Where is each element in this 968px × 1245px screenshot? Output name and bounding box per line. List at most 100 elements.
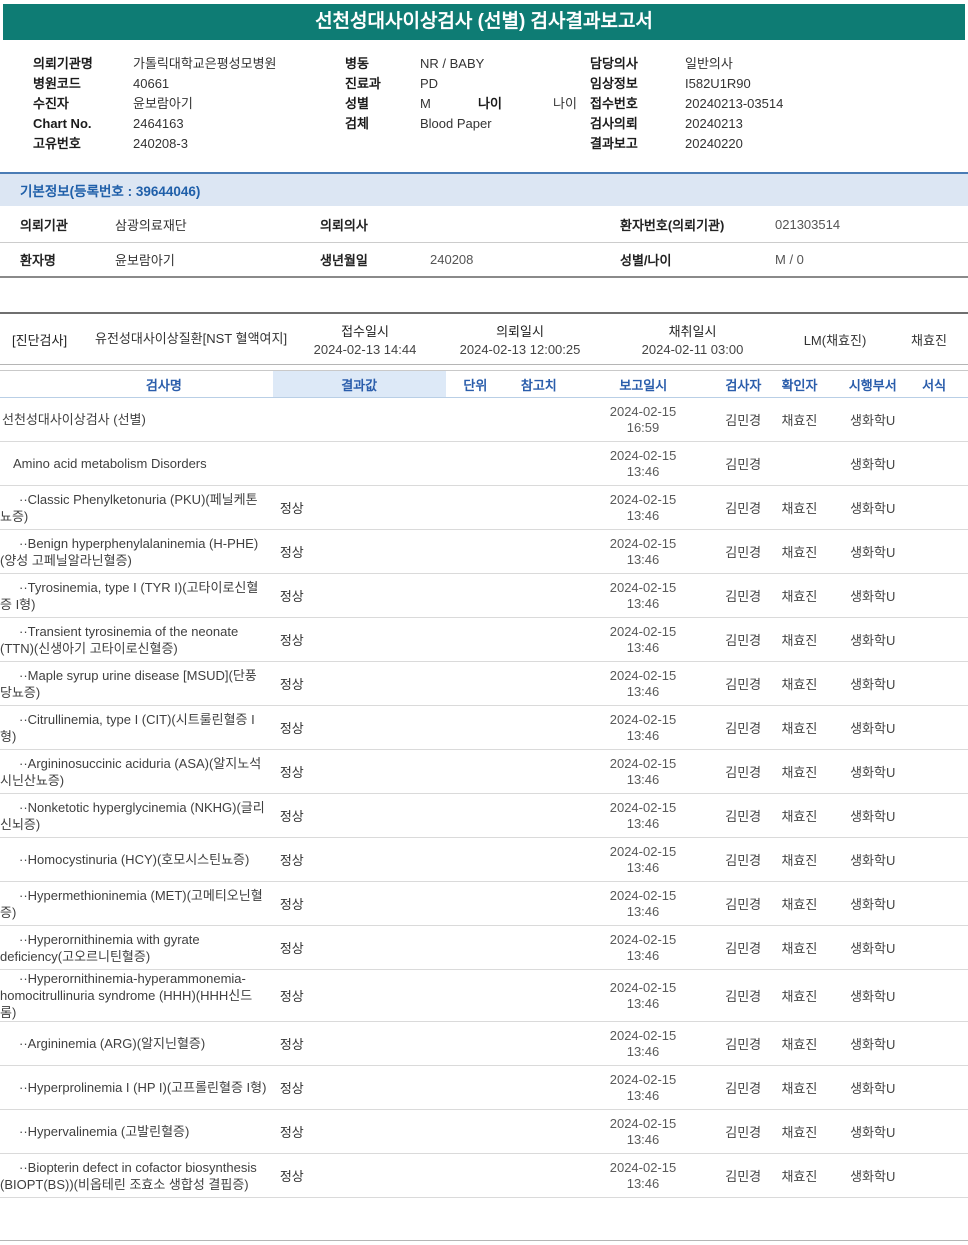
test-name: ··Tyrosinemia, type I (TYR I)(고타이로신혈증 I형…: [0, 579, 259, 612]
test-result: 정상: [279, 677, 304, 692]
department: 생화학U: [850, 545, 896, 560]
meta-label: 병동: [345, 56, 369, 71]
test-result: 정상: [279, 989, 304, 1004]
test-result: 정상: [279, 721, 304, 736]
basic-info-row: 의뢰기관 삼광의료재단 의뢰의사 환자번호(의뢰기관) 021303514: [0, 206, 968, 243]
test-result: 정상: [279, 853, 304, 868]
confirmer-name: 채효진: [781, 1037, 818, 1052]
confirmer-name: 채효진: [781, 545, 818, 560]
collected-value: 2024-02-11 03:00: [641, 342, 744, 357]
field-value: 윤보람아기: [115, 253, 175, 268]
meta-label: 담당의사: [590, 56, 638, 71]
meta-value: Blood Paper: [420, 116, 492, 131]
collected-datetime: 채취일시 2024-02-11 03:00: [605, 321, 780, 357]
table-row: ··Classic Phenylketonuria (PKU)(페닐케톤뇨증) …: [0, 486, 968, 530]
test-name: ··Hyperprolinemia I (HP I)(고프롤린혈증 I형): [19, 1080, 267, 1095]
test-result: 정상: [279, 1125, 304, 1140]
department: 생화학U: [850, 457, 896, 472]
table-row: ··Citrullinemia, type I (CIT)(시트룰린혈증 I형)…: [0, 706, 968, 750]
test-name: ··Hyperornithinemia-hyperammonemia-homoc…: [0, 971, 253, 1020]
meta-value: 2464163: [133, 116, 184, 131]
order-summary-strip: [진단검사] 유전성대사이상질환[NST 혈액여지] 접수일시 2024-02-…: [0, 312, 968, 365]
table-row: ··Hyperornithinemia-hyperammonemia-homoc…: [0, 970, 968, 1022]
report-datetime: 2024-02-15 13:46: [609, 979, 677, 1011]
column-header-confirmer: 확인자: [781, 377, 818, 393]
test-result: 정상: [279, 545, 304, 560]
test-name: Amino acid metabolism Disorders: [13, 456, 207, 471]
column-header-department: 시행부서: [848, 377, 897, 393]
test-name: ··Argininemia (ARG)(알지닌혈증): [19, 1036, 206, 1051]
basic-info-title: 기본정보(등록번호 : 39644046): [20, 184, 201, 199]
basic-info-table: 의뢰기관 삼광의료재단 의뢰의사 환자번호(의뢰기관) 021303514 환자…: [0, 206, 968, 278]
meta-row: 임상정보 I582U1R90: [590, 74, 968, 94]
confirmer-name: 채효진: [781, 941, 818, 956]
report-datetime: 2024-02-15 13:46: [609, 667, 677, 699]
tester-name: 김민경: [725, 853, 762, 868]
column-header-reported: 보고일시: [619, 377, 668, 393]
department: 생화학U: [850, 413, 896, 428]
department: 생화학U: [850, 941, 896, 956]
order-section-label: [진단검사]: [12, 332, 68, 348]
meta-row: 의뢰기관명 가톨릭대학교은평성모병원: [33, 54, 345, 74]
tester-name: 김민경: [725, 897, 762, 912]
test-result: 정상: [279, 589, 304, 604]
report-datetime: 2024-02-15 13:46: [609, 799, 677, 831]
field-value: 삼광의료재단: [115, 217, 187, 233]
tester-name: 김민경: [725, 677, 762, 692]
test-result: 정상: [279, 897, 304, 912]
report-datetime: 2024-02-15 13:46: [609, 1159, 677, 1191]
test-result: 정상: [279, 1169, 304, 1184]
confirmer-name: 채효진: [781, 633, 818, 648]
meta-right-column: 담당의사 일반의사 임상정보 I582U1R90 접수번호 20240213-0351…: [590, 54, 968, 154]
test-name: ··Transient tyrosinemia of the neonate (…: [0, 623, 239, 656]
table-row: ··Hypervalinemia (고발린혈증) 정상 2024-02-15 1…: [0, 1110, 968, 1154]
department: 생화학U: [850, 765, 896, 780]
tester-name: 김민경: [725, 1169, 762, 1184]
confirmer-name: 채효진: [781, 1081, 818, 1096]
department: 생화학U: [850, 1169, 896, 1184]
meta-row: 성별 M 나이 나이: [345, 94, 590, 114]
order-test-group: 유전성대사이상질환[NST 혈액여지]: [95, 331, 288, 346]
received-label: 접수일시: [341, 324, 389, 339]
meta-left-column: 의뢰기관명 가톨릭대학교은평성모병원 병원코드 40661 수진자 윤보람아기 Cha…: [33, 54, 345, 154]
test-name: ··Benign hyperphenylalaninemia (H-PHE)(양…: [0, 535, 259, 568]
tester-name: 김민경: [725, 545, 762, 560]
table-row: Amino acid metabolism Disorders 2024-02-…: [0, 442, 968, 486]
column-header-result: 결과값: [272, 371, 446, 397]
tester-name: 김민경: [725, 1081, 762, 1096]
table-row: ··Transient tyrosinemia of the neonate (…: [0, 618, 968, 662]
department: 생화학U: [850, 677, 896, 692]
field-value: 021303514: [775, 216, 841, 232]
field-label: 의뢰기관: [20, 217, 68, 233]
report-datetime: 2024-02-15 16:59: [609, 403, 677, 435]
field-label: 환자명: [20, 253, 56, 268]
department: 생화학U: [850, 989, 896, 1004]
column-header-unit: 단위: [463, 377, 488, 393]
tester-name: 김민경: [725, 941, 762, 956]
meta-row: 고유번호 240208-3: [33, 134, 345, 154]
meta-value: 20240213: [685, 116, 743, 131]
meta-row: 검체 Blood Paper: [345, 114, 590, 134]
results-header-row: 검사명 결과값 단위 참고치 보고일시 검사자 확인자 시행부서 서식: [0, 370, 968, 398]
department: 생화학U: [850, 721, 896, 736]
table-row: ··Maple syrup urine disease [MSUD](단풍당뇨증…: [0, 662, 968, 706]
meta-label: 나이: [478, 96, 502, 111]
test-name: ··Hyperornithinemia with gyrate deficien…: [0, 931, 200, 964]
meta-middle-column: 병동 NR / BABY 진료과 PD 성별 M 나이 나이 검체 Blood Paper: [345, 54, 590, 154]
lm-collector: LM(채효진): [803, 332, 867, 348]
confirmer-name: 채효진: [781, 721, 818, 736]
test-name: ··Nonketotic hyperglycinemia (NKHG)(글리신뇌…: [0, 799, 265, 832]
field-value: M / 0: [775, 252, 804, 267]
column-header-tester: 검사자: [725, 377, 762, 393]
meta-row: 병동 NR / BABY: [345, 54, 590, 74]
department: 생화학U: [850, 809, 896, 824]
tester-name: 김민경: [725, 633, 762, 648]
patient-meta-section: 의뢰기관명 가톨릭대학교은평성모병원 병원코드 40661 수진자 윤보람아기 Cha…: [0, 40, 968, 164]
confirmer-name: 채효진: [781, 989, 818, 1004]
meta-label: 검사의뢰: [590, 116, 638, 131]
test-name: ··Homocystinuria (HCY)(호모시스틴뇨증): [19, 852, 250, 867]
tester-name: 김민경: [725, 809, 762, 824]
collector-name: 채효진: [911, 332, 947, 348]
department: 생화학U: [850, 1037, 896, 1052]
meta-label: 결과보고: [590, 136, 638, 151]
